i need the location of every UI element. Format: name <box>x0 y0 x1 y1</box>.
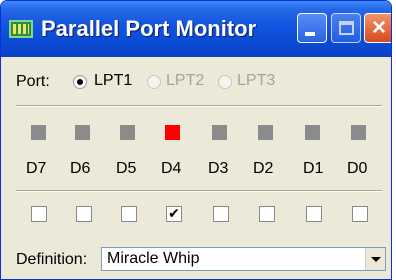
bit-label-d3: D3 <box>208 160 229 177</box>
bit-label-d1: D1 <box>303 160 324 177</box>
radio-label-lpt1[interactable]: LPT1 <box>94 72 132 90</box>
maximize-button <box>331 13 361 43</box>
bit-label-d6: D6 <box>70 160 91 177</box>
led-d7 <box>31 125 46 140</box>
dropdown-button[interactable] <box>365 248 385 270</box>
definition-select[interactable]: Miracle Whip <box>101 247 386 271</box>
parallel-port-icon <box>9 20 33 38</box>
radio-label-lpt2: LPT2 <box>166 72 205 89</box>
definition-value: Miracle Whip <box>107 250 200 267</box>
led-d2 <box>258 125 273 140</box>
minimize-button[interactable] <box>297 13 327 43</box>
maximize-icon <box>339 21 354 35</box>
led-d0 <box>351 125 366 140</box>
checkbox-d3[interactable] <box>213 206 229 222</box>
bit-label-d2: D2 <box>253 160 274 177</box>
checkbox-d0[interactable] <box>352 206 368 222</box>
led-d4 <box>165 125 180 140</box>
led-d6 <box>75 125 90 140</box>
checkbox-d2[interactable] <box>259 206 275 222</box>
parallel-port-monitor-window: Parallel Port Monitor × Port: LPT1 LPT2 … <box>0 0 392 280</box>
window-title: Parallel Port Monitor <box>41 16 257 41</box>
radio-lpt3 <box>218 75 232 89</box>
minimize-icon <box>305 32 315 36</box>
definition-label: Definition: <box>16 251 88 268</box>
port-label: Port: <box>16 73 50 90</box>
checkbox-d4[interactable]: ✔ <box>166 206 182 222</box>
checkbox-d5[interactable] <box>121 206 137 222</box>
led-d3 <box>212 125 227 140</box>
checkbox-d7[interactable] <box>31 206 47 222</box>
bit-label-d4: D4 <box>161 160 182 177</box>
bit-label-d7: D7 <box>26 160 47 177</box>
radio-lpt2 <box>147 75 161 89</box>
bit-label-d0: D0 <box>347 160 368 177</box>
radio-lpt1[interactable] <box>73 75 87 89</box>
close-button[interactable]: × <box>364 13 391 43</box>
chevron-down-icon <box>371 257 381 262</box>
separator-top <box>16 105 382 107</box>
led-d5 <box>120 125 135 140</box>
led-d1 <box>305 125 320 140</box>
separator-middle <box>16 190 382 192</box>
checkbox-d1[interactable] <box>306 206 322 222</box>
checkmark-icon: ✔ <box>168 206 180 222</box>
bit-label-d5: D5 <box>116 160 137 177</box>
radio-label-lpt3: LPT3 <box>237 72 276 89</box>
title-bar[interactable]: Parallel Port Monitor × <box>1 1 391 57</box>
radio-selected-dot <box>77 79 83 85</box>
close-icon: × <box>371 14 386 41</box>
checkbox-d6[interactable] <box>76 206 92 222</box>
